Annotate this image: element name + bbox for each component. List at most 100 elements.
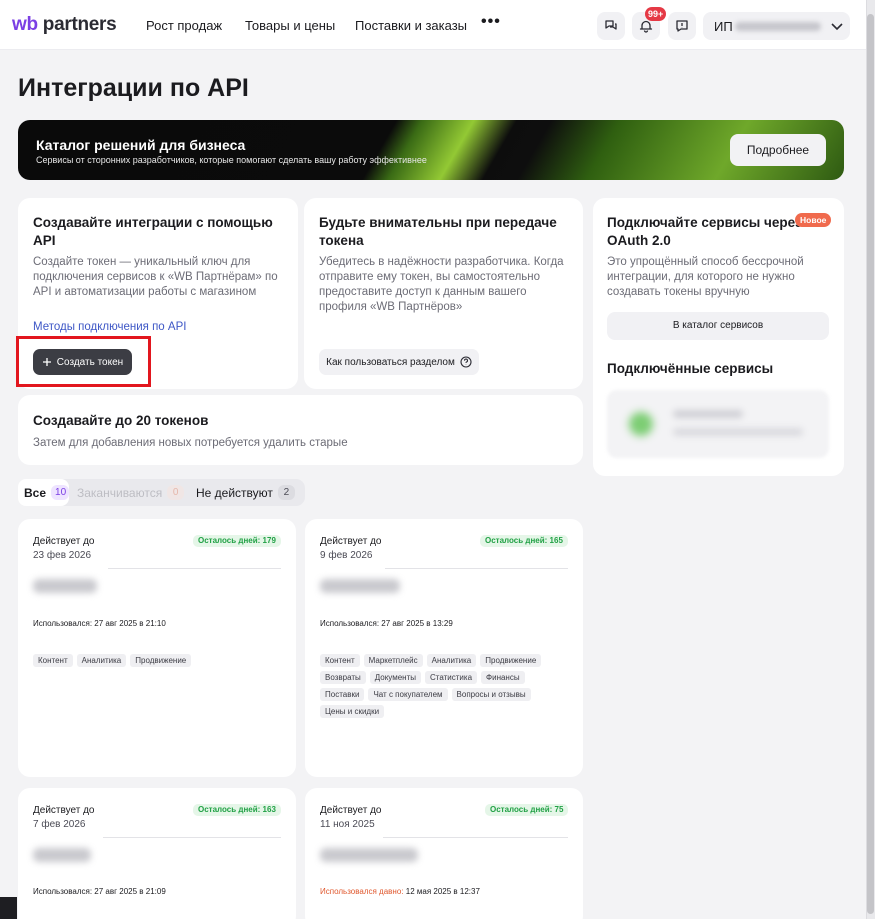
valid-until-label: Действует до [320, 805, 382, 816]
token-name-blurred [320, 848, 418, 862]
days-left-badge: Осталось дней: 75 [485, 804, 569, 816]
attention-card-title: Будьте внимательны при передаче токена [319, 215, 557, 248]
last-used: Использовался: 27 авг 2025 в 13:29 [320, 619, 453, 628]
tab-inactive[interactable]: Не действуют 2 [196, 479, 304, 506]
floating-widget-edge[interactable] [0, 897, 17, 919]
last-used-label: Использовался: [33, 619, 93, 628]
days-left-badge: Осталось дней: 179 [193, 535, 281, 547]
tab-inactive-label: Не действуют [196, 485, 273, 500]
valid-until-label: Действует до [33, 536, 95, 547]
new-badge: Новое [795, 213, 832, 227]
tab-all-count: 10 [51, 485, 69, 500]
scope-tag: Цены и скидки [320, 705, 385, 718]
wb-partners-logo[interactable]: wb partners [12, 14, 117, 36]
solutions-catalog-banner: Каталог решений для бизнеса Сервисы от с… [18, 120, 844, 180]
token-card[interactable]: Действует до 11 ноя 2025 Осталось дней: … [305, 788, 583, 919]
last-used-value: 27 авг 2025 в 21:10 [94, 619, 166, 628]
how-to-use-button[interactable]: Как пользоваться разделом [319, 349, 479, 375]
service-name-blurred [673, 410, 743, 418]
scope-tag: Финансы [481, 671, 525, 684]
token-card[interactable]: Действует до 7 фев 2026 Осталось дней: 1… [18, 788, 296, 919]
how-to-use-label: Как пользоваться разделом [326, 356, 455, 368]
chat-button[interactable] [597, 12, 625, 40]
last-used-label: Использовался: [320, 619, 380, 628]
tab-expiring-label: Заканчиваются [77, 485, 163, 500]
valid-until-date: 9 фев 2026 [320, 550, 373, 561]
profile-dropdown[interactable]: ИП [703, 12, 850, 40]
last-used: Использовался давно: 12 мая 2025 в 12:37 [320, 887, 480, 896]
message-alert-icon [676, 20, 688, 32]
logo-wb: wb [12, 14, 38, 35]
profile-prefix: ИП [714, 19, 733, 34]
banner-subtitle: Сервисы от сторонних разработчиков, кото… [36, 155, 427, 165]
token-name-blurred [33, 579, 97, 593]
divider [383, 837, 568, 838]
top-header: wb partners Рост продаж Товары и цены По… [0, 0, 866, 50]
api-methods-link[interactable]: Методы подключения по API [33, 321, 186, 333]
more-menu-button[interactable]: ••• [481, 13, 501, 31]
oauth-card-text: Это упрощённый способ бессрочной интегра… [607, 256, 804, 298]
token-scopes: Контент Маркетплейс Аналитика Продвижени… [320, 654, 570, 718]
feedback-button[interactable] [668, 12, 696, 40]
banner-title: Каталог решений для бизнеса [36, 137, 246, 153]
nav-supplies-orders[interactable]: Поставки и заказы [355, 18, 467, 33]
valid-until-date: 11 ноя 2025 [320, 819, 375, 830]
tab-expiring-count: 0 [167, 485, 185, 500]
token-card[interactable]: Действует до 23 фев 2026 Осталось дней: … [18, 519, 296, 777]
divider [103, 837, 281, 838]
last-used-value: 27 авг 2025 в 21:09 [94, 887, 166, 896]
valid-until-date: 23 фев 2026 [33, 550, 92, 561]
last-used: Использовался: 27 авг 2025 в 21:09 [33, 887, 166, 896]
notifications-badge: 99+ [645, 7, 667, 21]
tab-all[interactable]: Все 10 [18, 479, 69, 506]
services-catalog-button[interactable]: В каталог сервисов [607, 312, 829, 340]
divider [385, 568, 568, 569]
limit-card-text: Затем для добавления новых потребуется у… [33, 437, 348, 449]
highlight-frame [16, 336, 151, 387]
token-card[interactable]: Действует до 9 фев 2026 Осталось дней: 1… [305, 519, 583, 777]
token-filter-tabs: Все 10 Заканчиваются 0 Не действуют 2 [18, 479, 305, 506]
token-scopes: Контент Аналитика Продвижение [33, 654, 283, 667]
nav-goods-prices[interactable]: Товары и цены [245, 18, 335, 33]
scope-tag: Возвраты [320, 671, 366, 684]
page-title: Интеграции по API [18, 74, 249, 102]
banner-more-button[interactable]: Подробнее [730, 134, 826, 166]
scope-tag: Документы [369, 671, 421, 684]
last-used: Использовался: 27 авг 2025 в 21:10 [33, 619, 166, 628]
valid-until-label: Действует до [33, 805, 95, 816]
valid-until-date: 7 фев 2026 [33, 819, 86, 830]
scope-tag: Вопросы и отзывы [451, 688, 531, 701]
scope-tag: Контент [320, 654, 360, 667]
scope-tag: Аналитика [76, 654, 127, 667]
tab-all-label: Все [24, 485, 47, 500]
profile-name-blurred [735, 22, 821, 31]
chevron-down-icon [831, 23, 843, 31]
oauth-card-title: Подключайте сервисы через OAuth 2.0 [607, 215, 802, 248]
last-used-value: 27 авг 2025 в 13:29 [381, 619, 453, 628]
scope-tag: Чат с покупателем [368, 688, 448, 701]
attention-card-text: Убедитесь в надёжности разработчика. Ког… [319, 256, 564, 313]
scope-tag: Аналитика [426, 654, 477, 667]
limit-card-title: Создавайте до 20 токенов [33, 413, 209, 428]
bell-icon [639, 20, 653, 33]
nav-sales-growth[interactable]: Рост продаж [146, 18, 222, 33]
chat-bubbles-icon [605, 20, 617, 30]
service-desc-blurred [673, 428, 803, 436]
last-used-label: Использовался давно: [320, 887, 404, 896]
create-card-title: Создавайте интеграции с помощью API [33, 215, 273, 248]
tab-inactive-count: 2 [277, 485, 295, 500]
token-name-blurred [33, 848, 91, 862]
service-logo-blurred [629, 412, 653, 436]
tab-expiring[interactable]: Заканчиваются 0 [75, 479, 199, 506]
logo-partners: partners [42, 14, 117, 35]
token-limit-card: Создавайте до 20 токенов Затем для добав… [18, 395, 583, 465]
token-name-blurred [320, 579, 400, 593]
valid-until-label: Действует до [320, 536, 382, 547]
connected-service-item[interactable] [607, 390, 829, 458]
page-scrollbar[interactable] [866, 0, 875, 919]
scope-tag: Поставки [320, 688, 365, 701]
last-used-value: 12 мая 2025 в 12:37 [405, 887, 480, 896]
scope-tag: Статистика [425, 671, 478, 684]
create-card-text: Создайте токен — уникальный ключ для под… [33, 256, 278, 298]
scrollbar-thumb[interactable] [867, 14, 874, 914]
